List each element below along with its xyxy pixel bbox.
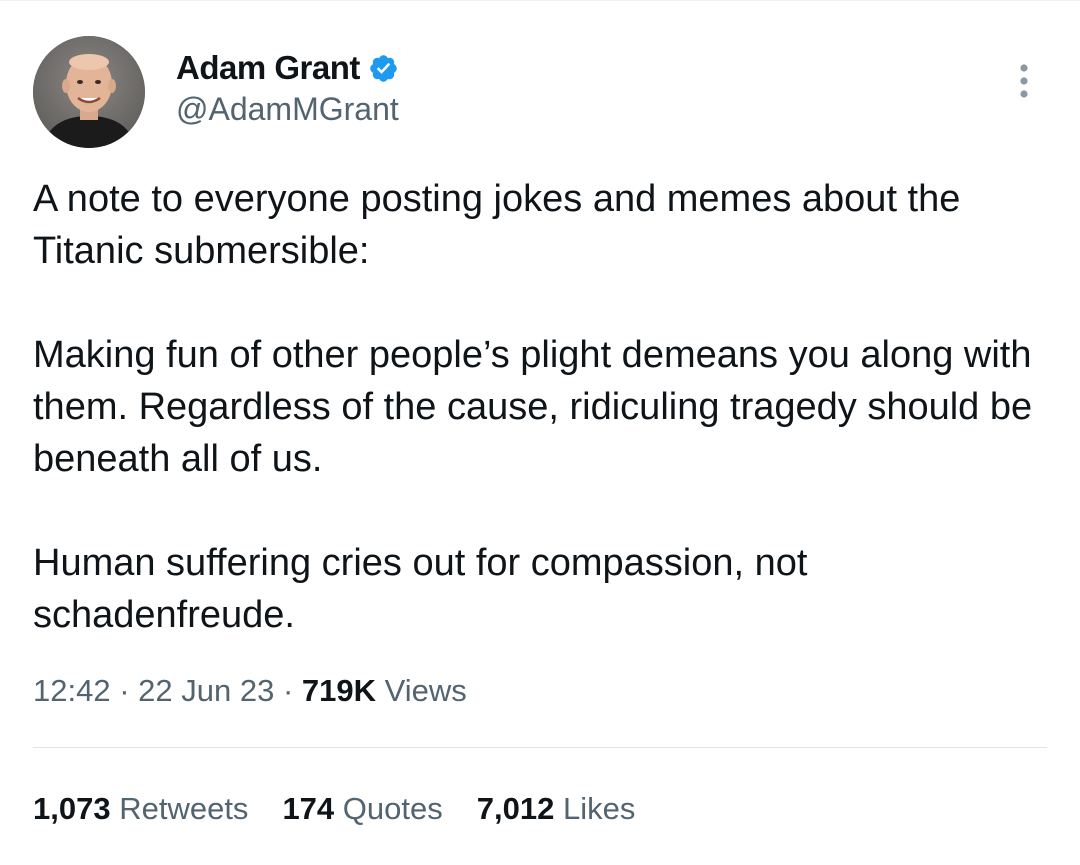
author-name-row: Adam Grant [176, 49, 399, 87]
views-count: 719K [301, 673, 377, 708]
avatar[interactable] [33, 36, 145, 148]
tweet-paragraph: Human suffering cries out for compassion… [33, 542, 808, 636]
more-options-icon[interactable] [1012, 61, 1036, 101]
tweet-card: Adam Grant @AdamMGrant A note to everyon… [0, 0, 1080, 865]
engagement-stats: 1,073 Retweets 174 Quotes 7,012 Likes [33, 791, 635, 827]
quotes-stat[interactable]: 174 Quotes [282, 791, 442, 827]
verified-badge-icon [368, 53, 399, 84]
tweet-time[interactable]: 12:42 [33, 673, 111, 708]
tweet-meta: 12:42 · 22 Jun 23 · 719K Views [33, 673, 467, 709]
tweet-paragraph: Making fun of other people’s plight deme… [33, 334, 1033, 480]
tweet-date[interactable]: 22 Jun 23 [138, 673, 274, 708]
likes-stat[interactable]: 7,012 Likes [477, 791, 636, 827]
display-name[interactable]: Adam Grant [176, 49, 360, 87]
retweets-label: Retweets [119, 791, 249, 826]
retweets-stat[interactable]: 1,073 Retweets [33, 791, 248, 827]
author-handle[interactable]: @AdamMGrant [176, 91, 399, 128]
tweet-paragraph: A note to everyone posting jokes and mem… [33, 178, 961, 272]
quotes-count: 174 [282, 791, 335, 826]
retweets-count: 1,073 [33, 791, 111, 826]
tweet-text: A note to everyone posting jokes and mem… [33, 173, 1053, 641]
meta-separator: · [119, 673, 130, 708]
likes-label: Likes [562, 791, 636, 826]
meta-separator: · [282, 673, 294, 708]
views-label: Views [384, 673, 467, 708]
quotes-label: Quotes [342, 791, 443, 826]
divider [33, 747, 1047, 748]
likes-count: 7,012 [476, 791, 555, 826]
